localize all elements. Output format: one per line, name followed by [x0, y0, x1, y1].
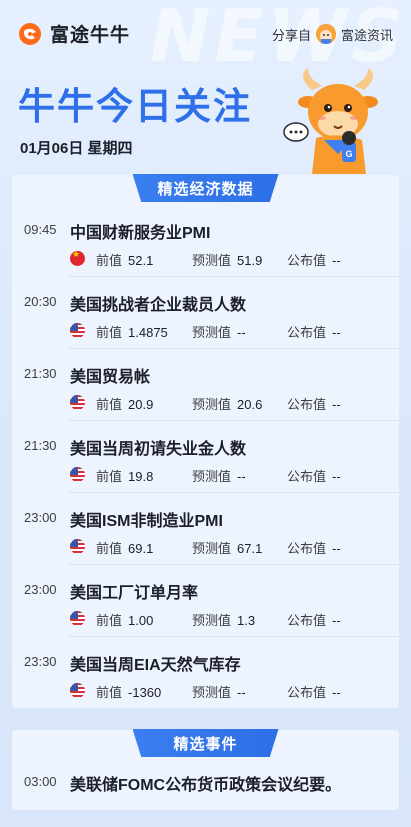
- forecast-value: 预测值 20.6: [192, 397, 263, 412]
- top-bar: 富途牛牛 分享自 富途资讯: [0, 0, 411, 64]
- forecast-value: 预测值 --: [192, 685, 246, 700]
- econ-event-row[interactable]: 20:30 美国挑战者企业裁员人数 前值 1.4875 预测值 -- 公布值 --: [12, 277, 399, 349]
- event-title: 美联储FOMC公布货币政策会议纪要。: [70, 777, 342, 794]
- prev-value: 前值 19.8: [96, 469, 154, 484]
- economic-data-card: 精选经济数据 09:45 中国财新服务业PMI 前值52.1 预测值51.9 公…: [12, 174, 399, 709]
- econ-event-row[interactable]: 21:30 美国当周初请失业金人数 前值 19.8 预测值 -- 公布值 --: [12, 421, 399, 493]
- prev-value: 前值 1.4875: [96, 325, 168, 340]
- prev-value: 前值 69.1: [96, 541, 154, 556]
- futu-logo-icon: [19, 22, 41, 45]
- svg-text:G: G: [345, 149, 352, 159]
- share-source-name: 富途资讯: [340, 27, 393, 43]
- published-value: 公布值 --: [287, 685, 341, 700]
- event-time: 23:00: [24, 582, 57, 597]
- published-value: 公布值 --: [287, 613, 341, 628]
- date-label: 01月06日 星期四: [20, 140, 133, 157]
- event-time: 20:30: [24, 294, 57, 309]
- event-title: 美国当周EIA天然气库存: [70, 657, 241, 674]
- forecast-value: 预测值 1.3: [192, 613, 256, 628]
- us-flag-icon: [70, 467, 85, 482]
- published-value: 公布值 --: [287, 397, 341, 412]
- event-title: 美国贸易帐: [70, 369, 151, 386]
- event-row[interactable]: 03:00 美联储FOMC公布货币政策会议纪要。: [12, 730, 399, 802]
- published-value: 公布值 --: [287, 253, 341, 268]
- event-time: 23:30: [24, 654, 57, 669]
- us-flag-icon: [70, 323, 85, 338]
- econ-event-row[interactable]: 09:45 中国财新服务业PMI 前值52.1 预测值51.9 公布值--: [12, 205, 399, 277]
- event-title: 美国ISM非制造业PMI: [70, 513, 223, 530]
- events-card: 精选事件 03:00 美联储FOMC公布货币政策会议纪要。: [12, 729, 399, 810]
- us-flag-icon: [70, 539, 85, 554]
- event-time: 03:00: [24, 774, 57, 789]
- event-time: 23:00: [24, 510, 57, 525]
- event-time: 21:30: [24, 366, 57, 381]
- prev-value: 前值 1.00: [96, 613, 154, 628]
- forecast-value: 预测值 --: [192, 469, 246, 484]
- event-title: 美国挑战者企业裁员人数: [70, 297, 247, 314]
- bull-mascot-icon: G: [283, 68, 378, 174]
- source-avatar-icon: [315, 24, 336, 44]
- published-value: 公布值 --: [287, 325, 341, 340]
- cn-flag-icon: [70, 251, 85, 266]
- share-prefix: 分享自: [271, 27, 311, 43]
- us-flag-icon: [70, 611, 85, 626]
- econ-event-row[interactable]: 23:00 美国ISM非制造业PMI 前值 69.1 预测值 67.1 公布值 --: [12, 493, 399, 565]
- event-time: 09:45: [24, 222, 57, 237]
- published-value: 公布值 --: [287, 469, 341, 484]
- us-flag-icon: [70, 395, 85, 410]
- share-source[interactable]: 分享自 富途资讯: [272, 24, 393, 44]
- forecast-value: 预测值 67.1: [192, 541, 263, 556]
- econ-event-row[interactable]: 21:30 美国贸易帐 前值 20.9 预测值 20.6 公布值 --: [12, 349, 399, 421]
- prev-value: 前值 52.1: [96, 253, 154, 268]
- event-title: 美国工厂订单月率: [70, 585, 199, 602]
- logo-text: 富途牛牛: [50, 25, 131, 46]
- forecast-value: 预测值 51.9: [192, 253, 263, 268]
- published-value: 公布值 --: [287, 541, 341, 556]
- prev-value: 前值 -1360: [96, 685, 162, 700]
- econ-event-row[interactable]: 23:00 美国工厂订单月率 前值 1.00 预测值 1.3 公布值 --: [12, 565, 399, 637]
- prev-value: 前值 20.9: [96, 397, 154, 412]
- futu-logo[interactable]: 富途牛牛: [18, 20, 130, 47]
- econ-event-row[interactable]: 23:30 美国当周EIA天然气库存 前值 -1360 预测值 -- 公布值 --: [12, 637, 399, 709]
- economic-data-section-title: 精选经济数据: [132, 174, 279, 202]
- forecast-value: 预测值 --: [192, 325, 246, 340]
- page-title: 牛牛今日关注: [18, 85, 252, 128]
- event-title: 中国财新服务业PMI: [70, 225, 211, 242]
- event-title: 美国当周初请失业金人数: [70, 441, 247, 458]
- event-time: 21:30: [24, 438, 57, 453]
- us-flag-icon: [70, 683, 85, 698]
